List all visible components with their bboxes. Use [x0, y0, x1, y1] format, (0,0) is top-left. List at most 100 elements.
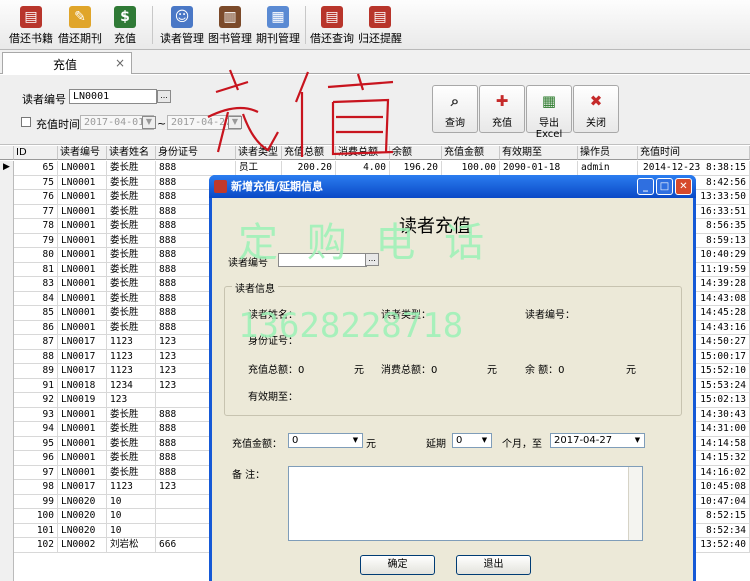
table-cell[interactable]: LN0019 — [58, 393, 107, 408]
table-cell[interactable]: LN0017 — [58, 349, 107, 364]
table-cell[interactable]: 123 — [107, 393, 156, 408]
table-cell[interactable]: 89 — [14, 364, 58, 379]
toolbar-book-manage-button[interactable]: ▥ 图书管理 — [206, 3, 254, 47]
table-cell[interactable]: 888 — [156, 161, 236, 176]
table-cell[interactable]: 100.00 — [442, 161, 500, 176]
chevron-down-icon[interactable]: ▼ — [142, 116, 156, 129]
table-cell[interactable]: 92 — [14, 393, 58, 408]
column-header[interactable]: 读者姓名 — [107, 146, 156, 160]
toolbar-borrow-books-button[interactable]: ▤ 借还书籍 — [6, 3, 56, 47]
table-cell[interactable]: LN0001 — [58, 161, 107, 176]
table-cell[interactable]: LN0001 — [58, 422, 107, 437]
table-cell[interactable]: 娄长胜 — [107, 204, 156, 219]
table-cell[interactable]: LN0001 — [58, 451, 107, 466]
toolbar-magazine-manage-button[interactable]: ▦ 期刊管理 — [254, 3, 302, 47]
table-cell[interactable]: LN0017 — [58, 364, 107, 379]
dialog-reader-browse-button[interactable]: ... — [365, 253, 379, 266]
toolbar-borrow-query-button[interactable]: ▤ 借还查询 — [308, 3, 356, 47]
table-cell[interactable]: 88 — [14, 349, 58, 364]
remark-textarea[interactable] — [288, 466, 643, 541]
table-cell[interactable]: 77 — [14, 204, 58, 219]
table-cell[interactable]: 娄长胜 — [107, 291, 156, 306]
table-cell[interactable]: 娄长胜 — [107, 161, 156, 176]
table-cell[interactable]: 84 — [14, 291, 58, 306]
table-cell[interactable]: LN0001 — [58, 277, 107, 292]
table-cell[interactable]: 79 — [14, 233, 58, 248]
table-cell[interactable]: 86 — [14, 320, 58, 335]
table-cell[interactable]: 1123 — [107, 364, 156, 379]
table-cell[interactable]: LN0001 — [58, 407, 107, 422]
column-header[interactable]: 余额 — [390, 146, 442, 160]
remark-scrollbar[interactable] — [628, 467, 642, 540]
table-cell[interactable]: LN0001 — [58, 204, 107, 219]
table-cell[interactable]: 1123 — [107, 335, 156, 350]
table-cell[interactable]: 娄长胜 — [107, 306, 156, 321]
confirm-button[interactable]: 确定 — [360, 555, 435, 575]
toolbar-recharge-button[interactable]: $ 充值 — [108, 3, 142, 47]
table-cell[interactable]: 75 — [14, 175, 58, 190]
column-header[interactable]: 操作员 — [578, 146, 638, 160]
table-cell[interactable]: 95 — [14, 436, 58, 451]
table-cell[interactable]: 101 — [14, 523, 58, 538]
query-button[interactable]: ⌕ 查询 — [432, 85, 478, 133]
recharge-amount-select[interactable]: 0 ▼ — [288, 433, 363, 448]
table-cell[interactable]: 4.00 — [336, 161, 390, 176]
toolbar-borrow-magazines-button[interactable]: ✎ 借还期刊 — [56, 3, 104, 47]
table-cell[interactable]: LN0017 — [58, 480, 107, 495]
table-cell[interactable]: LN0001 — [58, 175, 107, 190]
close-icon[interactable]: × — [115, 56, 125, 70]
table-cell[interactable]: LN0020 — [58, 494, 107, 509]
toolbar-reader-manage-button[interactable]: ☺ 读者管理 — [158, 3, 206, 47]
dialog-reader-no-input[interactable] — [278, 253, 367, 267]
table-cell[interactable]: LN0001 — [58, 219, 107, 234]
table-cell[interactable]: 10 — [107, 523, 156, 538]
extend-months-select[interactable]: 0 ▼ — [452, 433, 492, 448]
table-cell[interactable]: 99 — [14, 494, 58, 509]
table-cell[interactable]: LN0001 — [58, 262, 107, 277]
table-cell[interactable]: 娄长胜 — [107, 422, 156, 437]
table-cell[interactable]: 97 — [14, 465, 58, 480]
table-cell[interactable]: LN0018 — [58, 378, 107, 393]
table-cell[interactable]: 娄长胜 — [107, 451, 156, 466]
table-cell[interactable]: 娄长胜 — [107, 175, 156, 190]
table-cell[interactable]: 刘岩松 — [107, 538, 156, 553]
column-header[interactable]: 消费总额 — [336, 146, 390, 160]
table-cell[interactable]: 2014-12-23 8:38:15 — [638, 161, 750, 176]
table-cell[interactable]: 1234 — [107, 378, 156, 393]
column-header[interactable]: 充值时间 — [638, 146, 750, 160]
table-cell[interactable]: 1123 — [107, 349, 156, 364]
table-cell[interactable]: 85 — [14, 306, 58, 321]
table-cell[interactable]: LN0002 — [58, 538, 107, 553]
table-cell[interactable]: 96 — [14, 451, 58, 466]
table-cell[interactable]: 81 — [14, 262, 58, 277]
table-cell[interactable]: 娄长胜 — [107, 277, 156, 292]
table-cell[interactable]: 83 — [14, 277, 58, 292]
column-header[interactable]: 充值总额 — [282, 146, 336, 160]
table-cell[interactable]: 78 — [14, 219, 58, 234]
tab-recharge[interactable]: 充值 × — [2, 52, 132, 74]
table-cell[interactable]: 娄长胜 — [107, 248, 156, 263]
column-header[interactable]: 充值金额 — [442, 146, 500, 160]
table-cell[interactable]: 196.20 — [390, 161, 442, 176]
table-cell[interactable]: 娄长胜 — [107, 407, 156, 422]
extend-date-picker[interactable]: 2017-04-27 ▼ — [550, 433, 645, 448]
recharge-button[interactable]: ✚ 充值 — [479, 85, 525, 133]
toolbar-return-reminder-button[interactable]: ▤ 归还提醒 — [356, 3, 404, 47]
reader-browse-button[interactable]: ... — [157, 90, 171, 103]
table-cell[interactable]: 94 — [14, 422, 58, 437]
column-header[interactable]: 读者编号 — [58, 146, 107, 160]
table-cell[interactable]: LN0001 — [58, 306, 107, 321]
table-cell[interactable]: 100 — [14, 509, 58, 524]
table-cell[interactable]: LN0020 — [58, 509, 107, 524]
table-cell[interactable]: 65 — [14, 161, 58, 176]
table-cell[interactable]: LN0001 — [58, 248, 107, 263]
table-cell[interactable]: 娄长胜 — [107, 436, 156, 451]
table-cell[interactable]: LN0017 — [58, 335, 107, 350]
chevron-down-icon[interactable]: ▼ — [228, 116, 242, 129]
window-close-button[interactable]: ✕ — [675, 178, 692, 195]
table-cell[interactable]: 娄长胜 — [107, 262, 156, 277]
close-button[interactable]: ✖ 关闭 — [573, 85, 619, 133]
column-header[interactable]: 读者类型 — [236, 146, 282, 160]
table-cell[interactable]: 80 — [14, 248, 58, 263]
table-cell[interactable]: 10 — [107, 494, 156, 509]
